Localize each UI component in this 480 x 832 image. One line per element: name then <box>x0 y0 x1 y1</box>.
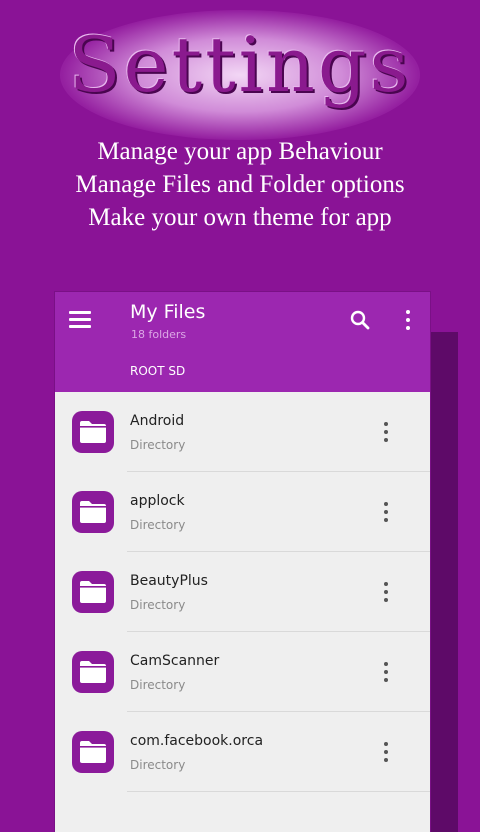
folder-icon <box>72 571 114 613</box>
divider <box>127 791 430 792</box>
file-name: CamScanner <box>130 653 220 669</box>
file-name: BeautyPlus <box>130 573 208 589</box>
app-bar: My Files 18 folders ROOT SD <box>55 292 430 392</box>
list-item[interactable]: Android Directory <box>55 392 430 472</box>
file-type: Directory <box>130 678 186 692</box>
file-type: Directory <box>130 598 186 612</box>
app-screen: My Files 18 folders ROOT SD Android Dire… <box>55 292 430 832</box>
item-more-icon[interactable] <box>383 582 389 604</box>
folder-icon <box>72 651 114 693</box>
menu-icon[interactable] <box>69 311 91 329</box>
file-type: Directory <box>130 758 186 772</box>
folder-icon <box>72 491 114 533</box>
more-vert-icon[interactable] <box>405 310 411 332</box>
list-item[interactable]: com.facebook.orca Directory <box>55 712 430 792</box>
folder-count: 18 folders <box>131 328 187 341</box>
file-name: applock <box>130 493 185 509</box>
file-list: Android Directory applock Directory Beau… <box>55 392 430 792</box>
folder-icon <box>72 731 114 773</box>
folder-icon <box>72 411 114 453</box>
breadcrumb[interactable]: ROOT SD <box>130 364 185 378</box>
file-type: Directory <box>130 518 186 532</box>
item-more-icon[interactable] <box>383 662 389 684</box>
list-item[interactable]: CamScanner Directory <box>55 632 430 712</box>
file-name: com.facebook.orca <box>130 733 264 749</box>
search-icon[interactable] <box>349 309 371 331</box>
app-title: My Files <box>130 301 206 323</box>
promo-title: Settings <box>68 20 412 109</box>
promo-description: Manage your app Behaviour Manage Files a… <box>0 135 480 234</box>
item-more-icon[interactable] <box>383 742 389 764</box>
promo-line: Manage your app Behaviour <box>97 138 383 165</box>
promo-line: Make your own theme for app <box>88 204 392 231</box>
file-name: Android <box>130 413 185 429</box>
promo-line: Manage Files and Folder options <box>75 171 405 198</box>
item-more-icon[interactable] <box>383 502 389 524</box>
list-item[interactable]: BeautyPlus Directory <box>55 552 430 632</box>
item-more-icon[interactable] <box>383 422 389 444</box>
list-item[interactable]: applock Directory <box>55 472 430 552</box>
file-type: Directory <box>130 438 186 452</box>
